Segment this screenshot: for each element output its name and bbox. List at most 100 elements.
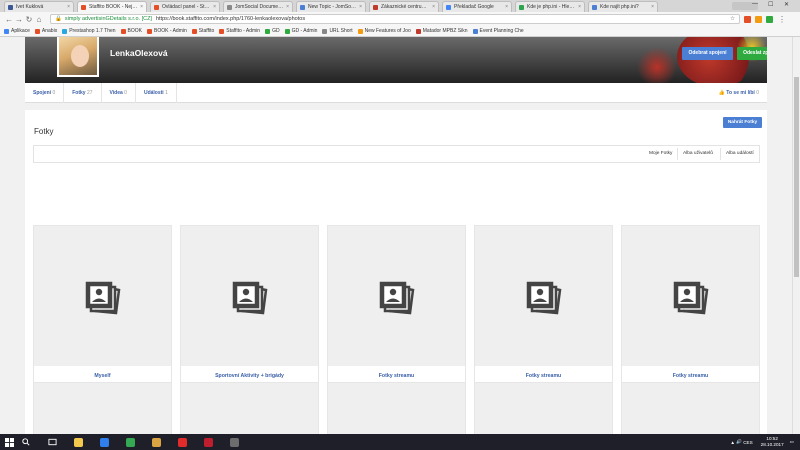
like-counter[interactable]: 👍 To se mi líbí 0 bbox=[719, 83, 759, 103]
album-thumbnail[interactable] bbox=[622, 226, 759, 366]
bookmark-favicon-icon bbox=[4, 28, 9, 34]
bookmark-item[interactable]: BOOK bbox=[120, 28, 142, 34]
bookmark-item[interactable]: New Features of Joo bbox=[357, 28, 411, 34]
bookmark-item[interactable]: GD - Admin bbox=[284, 28, 317, 34]
tab-close-icon[interactable]: × bbox=[578, 4, 581, 10]
photo-album-icon bbox=[669, 273, 713, 319]
album-card[interactable]: Fotky streamuFotografie 0 · 1 se líbí · … bbox=[474, 225, 613, 408]
network-icon[interactable]: ▲ bbox=[730, 440, 735, 445]
bookmark-item[interactable]: Anabix bbox=[34, 28, 57, 34]
browser-tab[interactable]: Kde je php.ini - Hledat × bbox=[515, 1, 585, 12]
back-icon[interactable]: ← bbox=[4, 15, 14, 24]
album-name[interactable]: Fotky streamu bbox=[328, 373, 465, 379]
tab-close-icon[interactable]: × bbox=[213, 4, 216, 10]
windows-start-icon[interactable] bbox=[0, 434, 18, 450]
bookmark-item[interactable]: GD bbox=[265, 28, 280, 34]
extension-icon[interactable] bbox=[755, 15, 762, 23]
browser-tab[interactable]: New Topic - JomSocial × bbox=[296, 1, 366, 12]
volume-icon[interactable]: 🔊 bbox=[736, 439, 742, 445]
send-message-button[interactable]: Odeslat zprávu bbox=[737, 47, 767, 60]
maximize-icon[interactable]: ☐ bbox=[768, 1, 773, 8]
search-icon[interactable] bbox=[18, 434, 34, 450]
bookmark-item[interactable]: Prestashop 1.7 Then bbox=[62, 28, 116, 34]
filter-my-photos[interactable]: Moje Fotky bbox=[649, 146, 672, 162]
photo-album-icon bbox=[81, 273, 125, 319]
close-icon[interactable]: ✕ bbox=[784, 1, 789, 8]
avatar[interactable] bbox=[57, 37, 99, 77]
browser-tab[interactable]: Ivet Kuklová × bbox=[4, 1, 74, 12]
browser-tab[interactable]: Překladač Google × bbox=[442, 1, 512, 12]
filter-user-albums[interactable]: Alba uživatelů bbox=[683, 146, 713, 162]
album-thumbnail[interactable] bbox=[181, 226, 318, 366]
album-thumbnail[interactable] bbox=[34, 226, 171, 366]
tab-events[interactable]: Události 1 bbox=[136, 82, 177, 103]
scrollbar-thumb[interactable] bbox=[794, 77, 799, 277]
bookmark-item[interactable]: Matador MPBZ Sikn bbox=[415, 28, 468, 34]
profile-subnav: Spojení 0 Fotky 27 Videa 0 Události 1 👍 … bbox=[25, 82, 767, 103]
extension-icon[interactable] bbox=[744, 15, 751, 23]
scrollbar[interactable] bbox=[792, 37, 800, 434]
album-card[interactable] bbox=[621, 382, 760, 434]
clock[interactable]: 10:52 28.10.2017 bbox=[761, 436, 784, 448]
tab-close-icon[interactable]: × bbox=[359, 4, 362, 10]
notifications-icon[interactable]: ▭ bbox=[790, 439, 794, 445]
album-card[interactable] bbox=[474, 382, 613, 434]
album-card[interactable]: Fotky streamuFotografie 0 · 1 se líbí · … bbox=[327, 225, 466, 408]
chrome-icon[interactable] bbox=[122, 434, 138, 450]
explorer-icon[interactable] bbox=[70, 434, 86, 450]
bookmark-item[interactable]: Event Planning Che bbox=[472, 28, 524, 34]
album-card[interactable]: Fotky streamuFotografie 0 · 1 se líbí · … bbox=[621, 225, 760, 408]
album-card[interactable]: MyselfFotografie 13 · 21 se líbí · Komen… bbox=[33, 225, 172, 408]
tab-close-icon[interactable]: × bbox=[67, 4, 70, 10]
bookmark-favicon-icon bbox=[415, 28, 421, 34]
task-view-icon[interactable] bbox=[44, 434, 60, 450]
tab-close-icon[interactable]: × bbox=[432, 4, 435, 10]
filezilla-icon[interactable] bbox=[200, 434, 216, 450]
tab-close-icon[interactable]: × bbox=[140, 4, 143, 10]
extension-icon[interactable] bbox=[766, 15, 773, 23]
forward-icon[interactable]: → bbox=[14, 15, 24, 24]
bookmark-item[interactable]: Staffito bbox=[191, 28, 214, 34]
browser-tab[interactable]: Ovládací panel - Staffi × bbox=[150, 1, 220, 12]
album-name[interactable]: Fotky streamu bbox=[475, 373, 612, 379]
app-icon[interactable] bbox=[226, 434, 242, 450]
browser-tab[interactable]: Staffito BOOK - Nejvyš × bbox=[77, 1, 147, 12]
bookmark-item[interactable]: URL Short bbox=[322, 28, 353, 34]
bookmark-item[interactable]: BOOK - Admin bbox=[146, 28, 187, 34]
tab-close-icon[interactable]: × bbox=[286, 4, 289, 10]
tab-connections[interactable]: Spojení 0 bbox=[25, 82, 65, 103]
browser-tab[interactable]: JomSocial Documentati × bbox=[223, 1, 293, 12]
menu-icon[interactable]: ⋮ bbox=[777, 15, 787, 24]
tab-close-icon[interactable]: × bbox=[651, 4, 654, 10]
language-indicator[interactable]: CES bbox=[743, 440, 752, 445]
album-card[interactable] bbox=[33, 382, 172, 434]
browser-tab[interactable]: Kde najít php.ini? × bbox=[588, 1, 658, 12]
minimize-icon[interactable]: — bbox=[752, 1, 758, 7]
reload-icon[interactable]: ↻ bbox=[24, 15, 34, 24]
album-name[interactable]: Fotky streamu bbox=[622, 373, 759, 379]
filter-event-albums[interactable]: Alba událostí bbox=[726, 146, 754, 162]
album-name[interactable]: Myself bbox=[34, 373, 171, 379]
tab-title: New Topic - JomSocial bbox=[308, 4, 358, 10]
profile-name[interactable]: LenkaOlexová bbox=[110, 48, 168, 58]
album-card[interactable] bbox=[327, 382, 466, 434]
tab-close-icon[interactable]: × bbox=[505, 4, 508, 10]
files-icon[interactable] bbox=[148, 434, 164, 450]
opera-icon[interactable] bbox=[174, 434, 190, 450]
album-name[interactable]: Sportovní Aktivity + brigády bbox=[181, 373, 318, 379]
home-icon[interactable]: ⌂ bbox=[34, 15, 44, 24]
tab-photos[interactable]: Fotky 27 bbox=[64, 82, 102, 103]
album-card[interactable]: Sportovní Aktivity + brigádyFotografie 1… bbox=[180, 225, 319, 408]
bookmark-item[interactable]: Aplikace bbox=[4, 28, 30, 34]
remove-connection-button[interactable]: Odebrat spojení bbox=[682, 47, 733, 60]
album-card[interactable] bbox=[180, 382, 319, 434]
browser-tab[interactable]: Zákaznické centrum Al × bbox=[369, 1, 439, 12]
bookmark-item[interactable]: Staffito - Admin bbox=[219, 28, 260, 34]
album-thumbnail[interactable] bbox=[328, 226, 465, 366]
tab-videos[interactable]: Videa 0 bbox=[102, 82, 136, 103]
album-thumbnail[interactable] bbox=[475, 226, 612, 366]
url-input[interactable]: 🔒 simply advertisinGDetails s.r.o. [CZ] … bbox=[50, 14, 740, 24]
upload-photos-button[interactable]: Nahrát Fotky bbox=[723, 117, 762, 128]
store-icon[interactable] bbox=[96, 434, 112, 450]
star-icon[interactable]: ☆ bbox=[730, 16, 735, 22]
